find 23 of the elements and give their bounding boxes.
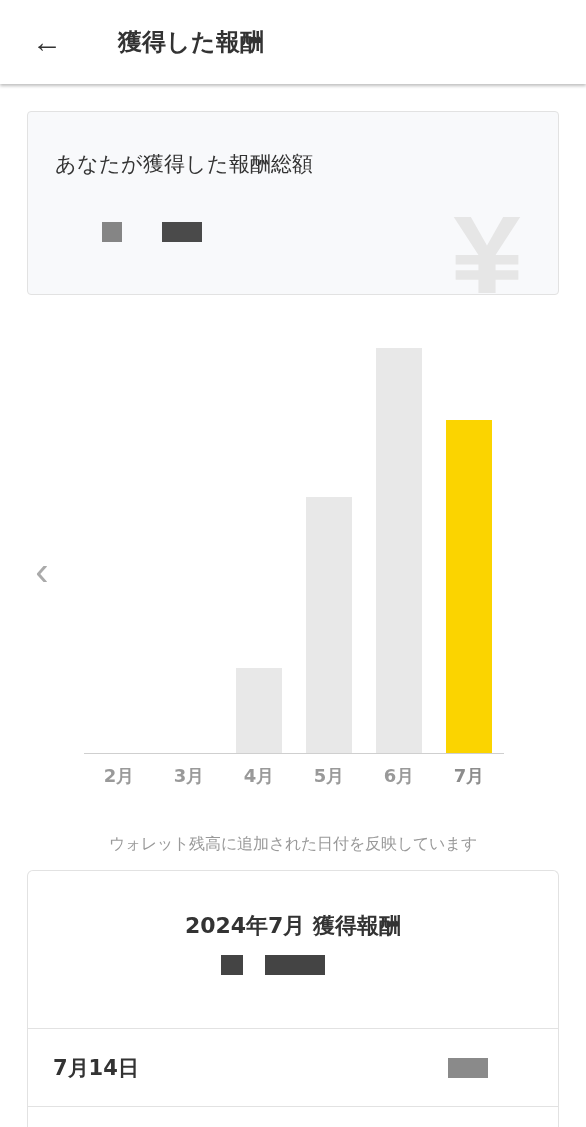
month-label[interactable]: 4月 [224,764,294,788]
month-label[interactable]: 3月 [154,764,224,788]
redacted-amount [448,1057,488,1078]
page-title: 獲得した報酬 [118,27,264,58]
note-text: ウォレット残高に追加された日付を反映しています [108,834,478,855]
month-title: 2024年7月 獲得報酬 [184,912,402,940]
month-label[interactable]: 2月 [84,764,154,788]
redacted-amount [265,955,325,975]
month-label[interactable]: 6月 [364,764,434,788]
redacted-amount [221,955,243,975]
chart-bar[interactable] [306,497,352,753]
redacted-amount [102,222,122,242]
redacted-amount [162,222,202,242]
chart-bar[interactable] [446,420,492,753]
chart-bar[interactable] [236,668,282,753]
back-button[interactable]: ← [30,27,64,57]
previous-button[interactable]: ‹ [0,551,84,591]
chart-bar[interactable] [376,348,422,753]
reward-row[interactable]: 7月14日 [28,1029,558,1107]
month-label[interactable]: 5月 [294,764,364,788]
month-label[interactable]: 7月 [434,764,504,788]
card-label: あなたが獲得した報酬総額 [55,151,314,178]
row-date: 7月14日 [53,1054,139,1082]
